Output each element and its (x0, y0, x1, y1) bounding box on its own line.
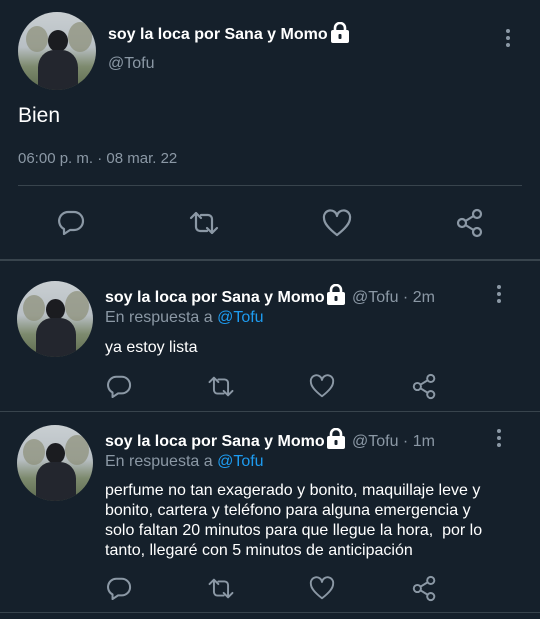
retweet-icon[interactable] (206, 576, 236, 601)
more-options-icon[interactable] (497, 285, 503, 306)
author-handle[interactable]: @Tofu · 2m (352, 289, 435, 307)
like-icon[interactable] (309, 374, 335, 398)
divider (0, 612, 540, 613)
more-options-icon[interactable] (506, 29, 512, 50)
reply-icon[interactable] (57, 209, 85, 235)
tweet-text: perfume no tan exagerado y bonito, maqui… (105, 482, 483, 559)
retweet-icon[interactable] (206, 374, 236, 399)
mention-link[interactable]: @Tofu (217, 309, 263, 326)
author-handle[interactable]: @Tofu · 1m (352, 433, 435, 451)
author-handle[interactable]: @Tofu (108, 55, 154, 73)
tweet-text: Bien (18, 104, 61, 127)
share-icon[interactable] (412, 575, 437, 602)
avatar[interactable] (18, 12, 96, 90)
divider (0, 259, 540, 261)
lock-icon (327, 428, 345, 449)
reply-icon[interactable] (106, 576, 132, 600)
author-name[interactable]: soy la loca por Sana y Momo (105, 433, 325, 451)
author-name[interactable]: soy la loca por Sana y Momo (105, 289, 325, 307)
replying-to: En respuesta a @Tofu (105, 309, 264, 326)
divider (0, 411, 540, 412)
replying-to: En respuesta a @Tofu (105, 453, 264, 470)
lock-icon (331, 22, 349, 43)
more-options-icon[interactable] (497, 429, 503, 450)
share-icon[interactable] (456, 208, 484, 238)
tweet-text: ya estoy lista (105, 339, 198, 356)
author-name[interactable]: soy la loca por Sana y Momo (108, 26, 328, 44)
avatar[interactable] (17, 281, 93, 357)
retweet-icon[interactable] (187, 209, 221, 237)
divider (18, 185, 522, 186)
mention-link[interactable]: @Tofu (217, 453, 263, 470)
avatar[interactable] (17, 425, 93, 501)
like-icon[interactable] (322, 209, 352, 237)
share-icon[interactable] (412, 373, 437, 400)
like-icon[interactable] (309, 576, 335, 600)
lock-icon (327, 284, 345, 305)
reply-icon[interactable] (106, 374, 132, 398)
main-tweet: soy la loca por Sana y Momo @Tofu Bien 0… (0, 0, 540, 259)
tweet-timestamp: 06:00 p. m. · 08 mar. 22 (18, 150, 178, 167)
